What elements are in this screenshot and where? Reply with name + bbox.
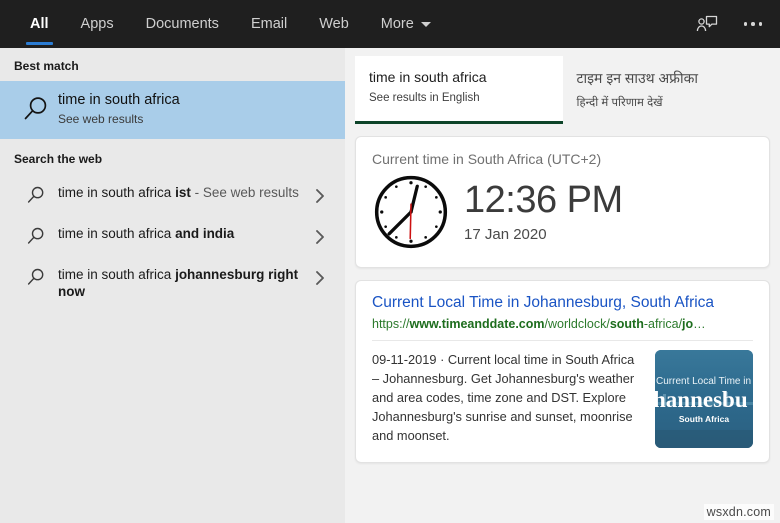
best-match-text: time in south africa See web results bbox=[58, 92, 180, 126]
web-result-snippet: 09-11-2019 · Current local time in South… bbox=[372, 351, 635, 444]
tab-more-label: More bbox=[380, 16, 414, 32]
suggestion-prefix: time in south africa bbox=[58, 226, 176, 241]
search-web-heading: Search the web bbox=[14, 152, 103, 166]
tab-apps-label: Apps bbox=[80, 16, 114, 32]
chevron-down-icon bbox=[420, 21, 431, 27]
best-match-subtitle: See web results bbox=[58, 112, 144, 126]
current-time-body: 12:36 PM 17 Jan 2020 bbox=[372, 173, 753, 251]
search-icon bbox=[14, 225, 58, 246]
web-result-thumbnail[interactable]: Current Local Time in hannesbu South Afr… bbox=[655, 349, 753, 448]
header-tab-list: All Apps Documents Email Web More bbox=[14, 0, 447, 48]
search-icon bbox=[14, 266, 58, 287]
tab-email[interactable]: Email bbox=[235, 0, 303, 48]
thumbnail-line-2: hannesbu bbox=[655, 386, 748, 412]
current-time-info: 12:36 PM 17 Jan 2020 bbox=[464, 178, 623, 244]
tab-all[interactable]: All bbox=[14, 0, 65, 48]
tab-english-title: time in south africa bbox=[369, 69, 487, 85]
url-part-path2: -africa/ bbox=[643, 316, 683, 331]
analog-clock-icon bbox=[372, 173, 450, 251]
person-feedback-icon[interactable] bbox=[692, 9, 722, 39]
list-item[interactable]: time in south africa johannesburg right … bbox=[0, 256, 345, 311]
tab-active-underline bbox=[26, 42, 53, 45]
web-result-card: Current Local Time in Johannesburg, Sout… bbox=[355, 280, 770, 463]
list-item[interactable]: time in south africa ist - See web resul… bbox=[0, 174, 345, 215]
suggestion-text: time in south africa and india bbox=[58, 225, 305, 242]
list-item[interactable]: time in south africa and india bbox=[0, 215, 345, 256]
current-time-card: Current time in South Africa (UTC+2) 12:… bbox=[355, 136, 770, 268]
search-icon bbox=[14, 94, 58, 124]
url-part-scheme: https:// bbox=[372, 316, 410, 331]
suggestions-panel: Best match time in south africa See web … bbox=[0, 48, 345, 523]
tab-hindi-title: टाइम इन साउथ अफ्रीका bbox=[576, 70, 698, 86]
tab-active-underline bbox=[355, 121, 563, 124]
suggestion-text: time in south africa ist - See web resul… bbox=[58, 184, 305, 201]
thumbnail-line-1: Current Local Time in bbox=[656, 375, 752, 387]
thumbnail-line-3: South Africa bbox=[678, 413, 730, 424]
tab-email-label: Email bbox=[250, 16, 288, 32]
web-result-url[interactable]: https://www.timeanddate.com/worldclock/s… bbox=[372, 317, 753, 331]
current-time-value: 12:36 PM bbox=[464, 178, 623, 221]
suggestion-suffix: - See web results bbox=[190, 185, 299, 200]
tab-results-english[interactable]: time in south africa See results in Engl… bbox=[355, 56, 563, 124]
divider bbox=[372, 339, 753, 341]
tab-web[interactable]: Web bbox=[303, 0, 365, 48]
tab-results-hindi[interactable]: टाइम इन साउथ अफ्रीका हिन्दी में परिणाम द… bbox=[563, 56, 771, 124]
tab-apps[interactable]: Apps bbox=[65, 0, 130, 48]
current-time-heading: Current time in South Africa (UTC+2) bbox=[372, 151, 602, 167]
search-flyout: All Apps Documents Email Web More Best m… bbox=[0, 0, 780, 523]
suggestion-prefix: time in south africa bbox=[58, 267, 176, 282]
web-result-body: 09-11-2019 · Current local time in South… bbox=[372, 349, 753, 448]
best-match-result[interactable]: time in south africa See web results bbox=[0, 81, 345, 139]
url-part-domain: www.timeanddate.com bbox=[409, 316, 545, 331]
watermark: wsxdn.com bbox=[703, 504, 774, 520]
tab-all-label: All bbox=[30, 16, 49, 32]
suggestion-text: time in south africa johannesburg right … bbox=[58, 266, 305, 301]
suggestion-prefix: time in south africa bbox=[58, 185, 176, 200]
url-part-ellipsis: … bbox=[693, 316, 706, 331]
chevron-right-icon[interactable] bbox=[305, 225, 335, 246]
tab-documents-label: Documents bbox=[145, 16, 219, 32]
preview-panel: time in south africa See results in Engl… bbox=[345, 48, 780, 523]
url-part-highlight1: south bbox=[609, 316, 644, 331]
best-match-heading: Best match bbox=[14, 59, 79, 73]
url-part-highlight2: jo bbox=[682, 316, 694, 331]
chevron-right-icon[interactable] bbox=[305, 184, 335, 205]
best-match-title: time in south africa bbox=[58, 92, 180, 108]
suggestion-bold: ist bbox=[175, 185, 191, 200]
tab-english-subtitle: See results in English bbox=[369, 92, 480, 104]
tab-hindi-subtitle: हिन्दी में परिणाम देखें bbox=[576, 97, 663, 109]
chevron-right-icon[interactable] bbox=[305, 266, 335, 287]
language-tab-list: time in south africa See results in Engl… bbox=[355, 56, 770, 124]
current-date-value: 17 Jan 2020 bbox=[464, 226, 547, 244]
search-icon bbox=[14, 184, 58, 205]
tab-more[interactable]: More bbox=[365, 0, 447, 48]
more-options-icon[interactable] bbox=[738, 9, 768, 39]
tab-documents[interactable]: Documents bbox=[130, 0, 235, 48]
header-actions bbox=[692, 0, 768, 48]
header-bar: All Apps Documents Email Web More bbox=[0, 0, 780, 48]
content-area: Best match time in south africa See web … bbox=[0, 48, 780, 523]
url-part-path1: /worldclock/ bbox=[544, 316, 610, 331]
web-result-title[interactable]: Current Local Time in Johannesburg, Sout… bbox=[372, 293, 753, 313]
tab-web-label: Web bbox=[319, 16, 349, 32]
suggestion-bold: and india bbox=[175, 226, 235, 241]
